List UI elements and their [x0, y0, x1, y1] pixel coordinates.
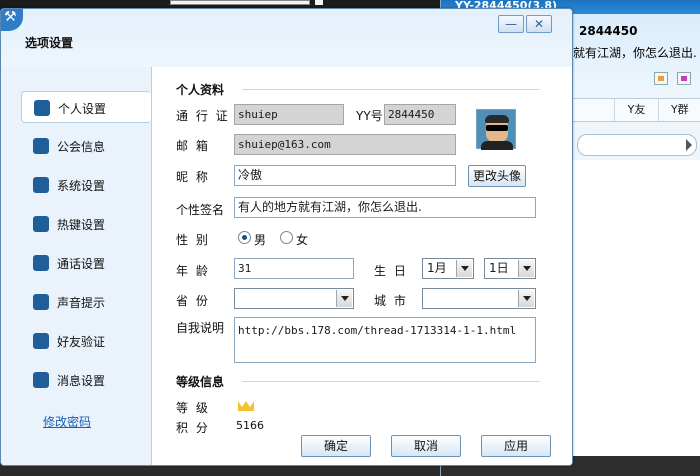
nav-item-sound-alerts[interactable]: 声音提示 — [21, 286, 151, 318]
city-select[interactable] — [422, 288, 536, 309]
yy-user-signature: 就有江湖，你怎么退出. — [573, 46, 697, 60]
chevron-down-icon[interactable] — [518, 290, 534, 307]
section-divider — [242, 381, 540, 382]
avatar — [476, 109, 516, 150]
person-icon — [34, 100, 50, 116]
flag-icon — [33, 138, 49, 154]
province-label: 省 份 — [176, 294, 210, 308]
nav-item-message-settings[interactable]: 消息设置 — [21, 364, 151, 396]
options-dialog: 选项设置 — ✕ 个人设置 公会信息 系统设置 热键设置 通话设置 声音提示 — [0, 8, 573, 466]
signature-input[interactable]: 有人的地方就有江湖，你怎么退出. — [234, 197, 536, 218]
nickname-input[interactable]: 冷傲 — [234, 165, 456, 186]
nav-item-label: 声音提示 — [57, 296, 106, 310]
dialog-title: 选项设置 — [25, 36, 74, 50]
background-window-strip — [170, 0, 310, 5]
yy-tab-groups[interactable]: Y群 — [657, 99, 700, 121]
passport-field: shuiep — [234, 104, 344, 125]
gender-male-radio[interactable] — [238, 231, 251, 244]
yy-user-id: 2844450 — [579, 24, 638, 38]
gender-female-label: 女 — [296, 233, 311, 247]
key-icon — [33, 216, 49, 232]
ok-button[interactable]: 确定 — [301, 435, 371, 457]
nickname-label: 昵 称 — [176, 170, 210, 184]
nav-item-label: 消息设置 — [57, 374, 106, 388]
yy-number-field: 2844450 — [384, 104, 456, 125]
email-field: shuiep@163.com — [234, 134, 456, 155]
birthday-month-select[interactable]: 1月 — [422, 258, 474, 279]
nav-item-personal-settings[interactable]: 个人设置 — [21, 91, 151, 123]
close-button[interactable]: ✕ — [526, 15, 552, 33]
crown-icon — [238, 399, 254, 411]
nav-item-label: 热键设置 — [57, 218, 106, 232]
friend-verify-icon — [33, 333, 49, 349]
nav-item-label: 公会信息 — [57, 140, 106, 154]
settings-content: 个人资料 通 行 证 shuiep YY号 2844450 邮 箱 shuiep… — [151, 67, 572, 465]
minimize-button[interactable]: — — [498, 15, 524, 33]
apply-button[interactable]: 应用 — [481, 435, 551, 457]
nav-item-label: 通话设置 — [57, 257, 106, 271]
yy-number-label: YY号 — [356, 109, 383, 123]
yy-tool-icon[interactable] — [654, 72, 668, 85]
birthday-day-value: 1日 — [489, 261, 509, 275]
avatar-body — [481, 141, 513, 150]
nav-item-label: 系统设置 — [57, 179, 106, 193]
nav-item-call-settings[interactable]: 通话设置 — [21, 247, 151, 279]
points-value: 5166 — [236, 419, 264, 432]
signature-label: 个性签名 — [176, 203, 225, 217]
age-label: 年 龄 — [176, 264, 210, 278]
wrench-icon — [1, 9, 23, 31]
change-password-link[interactable]: 修改密码 — [43, 413, 91, 430]
yy-search-box[interactable] — [577, 134, 697, 156]
play-arrow-icon[interactable] — [686, 139, 692, 151]
birthday-day-select[interactable]: 1日 — [484, 258, 536, 279]
yy-tab-friends[interactable]: Y友 — [614, 99, 657, 121]
speaker-icon — [33, 294, 49, 310]
city-label: 城 市 — [374, 294, 408, 308]
nav-item-system-settings[interactable]: 系统设置 — [21, 169, 151, 201]
change-avatar-button[interactable]: 更改头像 — [468, 165, 526, 187]
birthday-label: 生 日 — [374, 264, 408, 278]
avatar-hair — [485, 115, 509, 123]
gender-label: 性 别 — [176, 233, 210, 247]
gender-female-radio[interactable] — [280, 231, 293, 244]
chevron-down-icon[interactable] — [518, 260, 534, 277]
nav-item-guild-info[interactable]: 公会信息 — [21, 130, 151, 162]
monitor-icon — [33, 177, 49, 193]
email-label: 邮 箱 — [176, 139, 210, 153]
nav-item-hotkey-settings[interactable]: 热键设置 — [21, 208, 151, 240]
cancel-button[interactable]: 取消 — [391, 435, 461, 457]
gender-male-label: 男 — [254, 233, 269, 247]
yy-tab-blank[interactable] — [571, 99, 614, 121]
yy-tab-bar: Y友 Y群 — [571, 98, 700, 122]
yy-contact-list — [573, 160, 700, 460]
level-label: 等 级 — [176, 401, 210, 415]
dialog-titlebar: 选项设置 — ✕ — [1, 9, 572, 67]
passport-label: 通 行 证 — [176, 109, 230, 123]
nav-item-friend-verification[interactable]: 好友验证 — [21, 325, 151, 357]
section-divider — [242, 89, 540, 90]
nav-item-label: 个人设置 — [58, 102, 107, 116]
bio-label: 自我说明 — [176, 321, 225, 335]
section-title-level: 等级信息 — [176, 375, 225, 389]
yy-skin-icon[interactable] — [677, 72, 691, 85]
message-icon — [33, 372, 49, 388]
chevron-down-icon[interactable] — [336, 290, 352, 307]
avatar-sunglasses — [486, 125, 508, 131]
age-input[interactable]: 31 — [234, 258, 354, 279]
background-window-strip-small — [315, 0, 323, 5]
microphone-icon — [33, 255, 49, 271]
bio-textarea[interactable]: http://bbs.178.com/thread-1713314-1-1.ht… — [234, 317, 536, 363]
chevron-down-icon[interactable] — [456, 260, 472, 277]
section-title-profile: 个人资料 — [176, 83, 225, 97]
nav-item-label: 好友验证 — [57, 335, 106, 349]
points-label: 积 分 — [176, 421, 210, 435]
province-select[interactable] — [234, 288, 354, 309]
birthday-month-value: 1月 — [427, 261, 447, 275]
